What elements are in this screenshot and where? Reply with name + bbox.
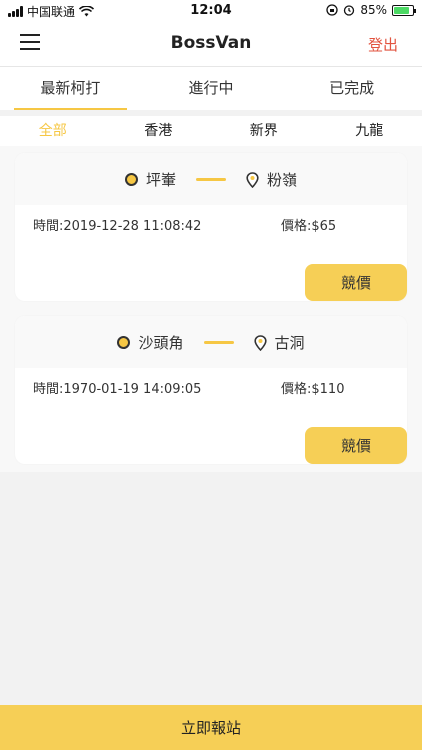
destination-pin-icon: [253, 334, 267, 351]
battery-percent: 85%: [360, 3, 387, 17]
status-right: 85%: [326, 3, 416, 17]
region-kowloon[interactable]: 九龍: [317, 116, 422, 146]
region-all[interactable]: 全部: [0, 116, 106, 146]
nav-bar: BossVan 登出: [0, 22, 422, 66]
origin-dot-icon: [117, 336, 131, 349]
origin-dot-icon: [124, 173, 138, 186]
app-title: BossVan: [170, 33, 252, 53]
report-now-button[interactable]: 立即報站: [0, 705, 422, 750]
order-tabs: 最新柯打 進行中 已完成: [0, 66, 422, 110]
battery-icon: [392, 4, 416, 16]
orientation-lock-icon: [326, 4, 338, 16]
region-filter: 全部 香港 新界 九龍: [0, 116, 422, 146]
order-time: 時間:2019-12-28 11:08:42: [33, 219, 202, 234]
region-hong-kong[interactable]: 香港: [106, 116, 212, 146]
destination-label: 粉嶺: [267, 171, 298, 189]
destination-label: 古洞: [274, 334, 305, 352]
alarm-icon: [344, 5, 355, 16]
route-line: [196, 178, 226, 181]
tab-in-progress[interactable]: 進行中: [141, 67, 282, 110]
order-list: 坪輋 粉嶺 時間:2019-12-28 11:08:42 價格:$65 競價 沙…: [0, 146, 422, 472]
origin-label: 沙頭角: [138, 334, 184, 352]
destination-pin-icon: [246, 171, 259, 188]
status-bar: 中国联通 12:04 85%: [0, 0, 422, 22]
order-card[interactable]: 坪輋 粉嶺 時間:2019-12-28 11:08:42 價格:$65 競價: [15, 153, 407, 301]
order-route-header: 沙頭角 古洞: [15, 316, 407, 368]
order-route: 坪輋 粉嶺: [15, 169, 407, 190]
bid-button[interactable]: 競價: [305, 264, 407, 301]
bid-button[interactable]: 競價: [305, 427, 407, 464]
origin-label: 坪輋: [145, 171, 176, 189]
order-route: 沙頭角 古洞: [15, 332, 407, 353]
order-price: 價格:$65: [281, 219, 337, 234]
route-line: [203, 341, 234, 344]
order-route-header: 坪輋 粉嶺: [15, 153, 407, 205]
order-card[interactable]: 沙頭角 古洞 時間:1970-01-19 14:09:05 價格:$110 競價: [15, 316, 407, 464]
menu-icon[interactable]: [20, 34, 40, 52]
region-new-territories[interactable]: 新界: [211, 116, 317, 146]
tab-completed[interactable]: 已完成: [281, 67, 422, 110]
order-time: 時間:1970-01-19 14:09:05: [33, 382, 202, 397]
logout-button[interactable]: 登出: [368, 34, 398, 55]
tab-latest-orders[interactable]: 最新柯打: [0, 67, 141, 110]
order-price: 價格:$110: [281, 382, 345, 397]
battery-fill: [394, 6, 410, 14]
